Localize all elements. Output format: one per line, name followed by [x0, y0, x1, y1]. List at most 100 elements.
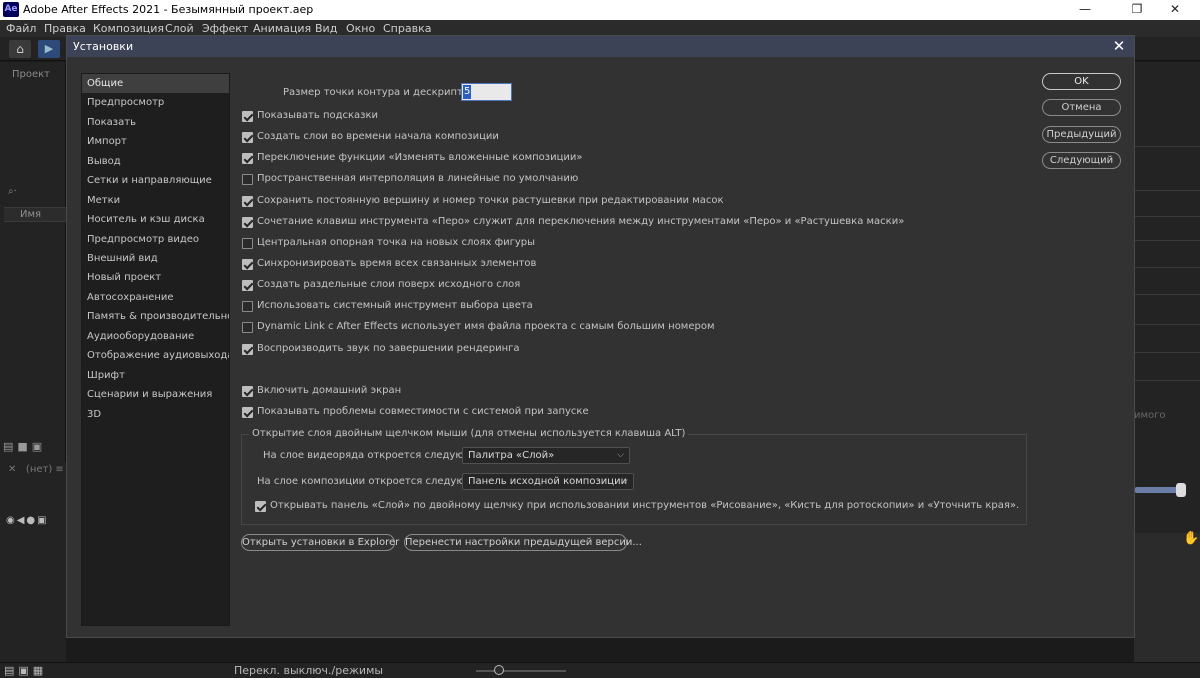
- checkbox-show-tooltips[interactable]: [242, 111, 253, 122]
- menu-animation[interactable]: Анимация: [253, 22, 311, 35]
- category-auto-save[interactable]: Автосохранение: [82, 288, 229, 307]
- category-list: Общие Предпросмотр Показать Импорт Вывод…: [81, 73, 230, 626]
- checkbox-dynamic-link[interactable]: [242, 322, 253, 333]
- category-media-cache[interactable]: Носитель и кэш диска: [82, 210, 229, 229]
- path-size-label: Размер точки контура и дескриптора:: [283, 87, 485, 98]
- option-label: Пространственная интерполяция в линейные…: [257, 173, 579, 184]
- clipped-text: имого: [1134, 410, 1166, 421]
- chevron-down-icon: ⌵: [617, 450, 624, 460]
- dialog-title-bar: Установки ✕: [67, 36, 1134, 57]
- menu-window[interactable]: Окно: [346, 22, 375, 35]
- option-label: Показывать проблемы совместимости с сист…: [257, 406, 589, 417]
- option-label: Сочетание клавиш инструмента «Перо» служ…: [257, 216, 905, 227]
- checkbox-sync-time[interactable]: [242, 259, 253, 270]
- path-size-input[interactable]: 5: [461, 83, 512, 101]
- after-effects-icon: Ae: [3, 2, 19, 17]
- footage-layer-label: На слое видеоряда откроется следующее:: [263, 450, 489, 461]
- project-footer-icons[interactable]: ▤■▣: [3, 440, 46, 453]
- category-new-project[interactable]: Новый проект: [82, 268, 229, 287]
- close-icon[interactable]: ✕: [1110, 37, 1128, 55]
- checkbox-enable-home-screen[interactable]: [242, 386, 253, 397]
- option-label: Сохранить постоянную вершину и номер точ…: [257, 195, 724, 206]
- option-label: Переключение функции «Изменять вложенные…: [257, 152, 583, 163]
- timeline-zoom-slider[interactable]: [1134, 487, 1182, 493]
- zoom-knob[interactable]: [494, 665, 504, 675]
- timeline-panel: ✕ (нет) ≡ ◉◀●▣: [0, 462, 66, 662]
- preferences-dialog: Установки ✕ Общие Предпросмотр Показать …: [66, 35, 1135, 638]
- category-import[interactable]: Импорт: [82, 132, 229, 151]
- reveal-in-explorer-button[interactable]: Открыть установки в Explorer: [241, 534, 399, 551]
- slider-knob[interactable]: [1176, 483, 1186, 497]
- status-icons[interactable]: ▤▣▦: [4, 664, 47, 677]
- option-label: Использовать системный инструмент выбора…: [257, 300, 533, 311]
- checkbox-create-layers-at-comp-start[interactable]: [242, 132, 253, 143]
- category-output[interactable]: Вывод: [82, 152, 229, 171]
- search-icon[interactable]: ⌕·: [8, 186, 17, 197]
- option-label: Воспроизводить звук по завершении рендер…: [257, 343, 520, 354]
- checkbox-show-compatibility-issues[interactable]: [242, 407, 253, 418]
- ok-button[interactable]: OK: [1042, 73, 1121, 90]
- migrate-settings-button[interactable]: Перенести настройки предыдущей версии...: [404, 534, 642, 551]
- previous-button[interactable]: Предыдущий: [1042, 126, 1121, 143]
- category-scripting-expressions[interactable]: Сценарии и выражения: [82, 385, 229, 404]
- checkbox-play-sound-on-render[interactable]: [242, 344, 253, 355]
- category-appearance[interactable]: Внешний вид: [82, 249, 229, 268]
- category-labels[interactable]: Метки: [82, 191, 229, 210]
- option-label: Показывать подсказки: [257, 110, 379, 121]
- window-title: Adobe After Effects 2021 - Безымянный пр…: [23, 3, 314, 16]
- minimize-icon[interactable]: —: [1062, 1, 1108, 19]
- title-bar: Ae Adobe After Effects 2021 - Безымянный…: [0, 0, 1200, 20]
- right-panels: имого ✋: [1134, 62, 1200, 663]
- menu-layer[interactable]: Слой: [165, 22, 194, 35]
- checkbox-split-layers-above[interactable]: [242, 280, 253, 291]
- next-button[interactable]: Следующий: [1042, 152, 1121, 169]
- dialog-title: Установки: [73, 40, 134, 53]
- menu-help[interactable]: Справка: [383, 22, 431, 35]
- home-icon[interactable]: ⌂: [9, 40, 31, 58]
- hand-icon[interactable]: ✋: [1183, 531, 1199, 547]
- timeline-area: [1134, 533, 1200, 663]
- chevron-down-icon: ⌵: [621, 476, 628, 486]
- toggle-switches-modes[interactable]: Перекл. выключ./режимы: [234, 664, 383, 677]
- category-display[interactable]: Показать: [82, 113, 229, 132]
- checkbox-preserve-vertex-count[interactable]: [242, 196, 253, 207]
- category-3d[interactable]: 3D: [82, 405, 229, 424]
- menu-composition[interactable]: Композиция: [93, 22, 164, 35]
- option-label: Открывать панель «Слой» по двойному щелч…: [270, 500, 1020, 511]
- group-title: Открытие слоя двойным щелчком мыши (для …: [249, 428, 689, 439]
- checkbox-open-layer-panel[interactable]: [255, 501, 266, 512]
- category-audio-hardware[interactable]: Аудиооборудование: [82, 327, 229, 346]
- category-audio-output-mapping[interactable]: Отображение аудиовыхода: [82, 346, 229, 365]
- category-grids-guides[interactable]: Сетки и направляющие: [82, 171, 229, 190]
- footage-layer-dropdown[interactable]: Палитра «Слой» ⌵: [462, 447, 630, 464]
- menu-edit[interactable]: Правка: [44, 22, 86, 35]
- menu-effect[interactable]: Эффект: [202, 22, 248, 35]
- option-label: Включить домашний экран: [257, 385, 402, 396]
- option-label: Центральная опорная точка на новых слоях…: [257, 237, 536, 248]
- category-type[interactable]: Шрифт: [82, 366, 229, 385]
- cancel-button[interactable]: Отмена: [1042, 99, 1121, 116]
- av-switches-icons[interactable]: ◉◀●▣: [6, 515, 49, 526]
- project-panel-title[interactable]: Проект: [12, 69, 50, 80]
- status-bar: ▤▣▦ Перекл. выключ./режимы: [0, 662, 1200, 678]
- zoom-track[interactable]: [476, 670, 566, 672]
- category-general[interactable]: Общие: [82, 74, 229, 93]
- comp-layer-dropdown[interactable]: Панель исходной композиции ⌵: [462, 473, 634, 490]
- checkbox-pen-tool-shortcut[interactable]: [242, 217, 253, 228]
- category-video-preview[interactable]: Предпросмотр видео: [82, 230, 229, 249]
- checkbox-switches-affect-nested[interactable]: [242, 153, 253, 164]
- category-memory-performance[interactable]: Память & производительность: [82, 307, 229, 326]
- checkbox-linear-interpolation[interactable]: [242, 174, 253, 185]
- category-previews[interactable]: Предпросмотр: [82, 93, 229, 112]
- close-window-icon[interactable]: ✕: [1152, 1, 1198, 19]
- option-label: Dynamic Link с After Effects использует …: [257, 321, 715, 332]
- menu-view[interactable]: Вид: [315, 22, 337, 35]
- checkbox-center-anchor-point[interactable]: [242, 238, 253, 249]
- timeline-tab-none[interactable]: ✕ (нет) ≡: [8, 464, 64, 475]
- option-label: Создать слои во времени начала композици…: [257, 131, 499, 142]
- name-column-header[interactable]: Имя: [4, 207, 66, 222]
- checkbox-system-color-picker[interactable]: [242, 301, 253, 312]
- option-label: Синхронизировать время всех связанных эл…: [257, 258, 537, 269]
- selection-tool-icon[interactable]: ▶: [38, 40, 60, 58]
- menu-file[interactable]: Файл: [6, 22, 36, 35]
